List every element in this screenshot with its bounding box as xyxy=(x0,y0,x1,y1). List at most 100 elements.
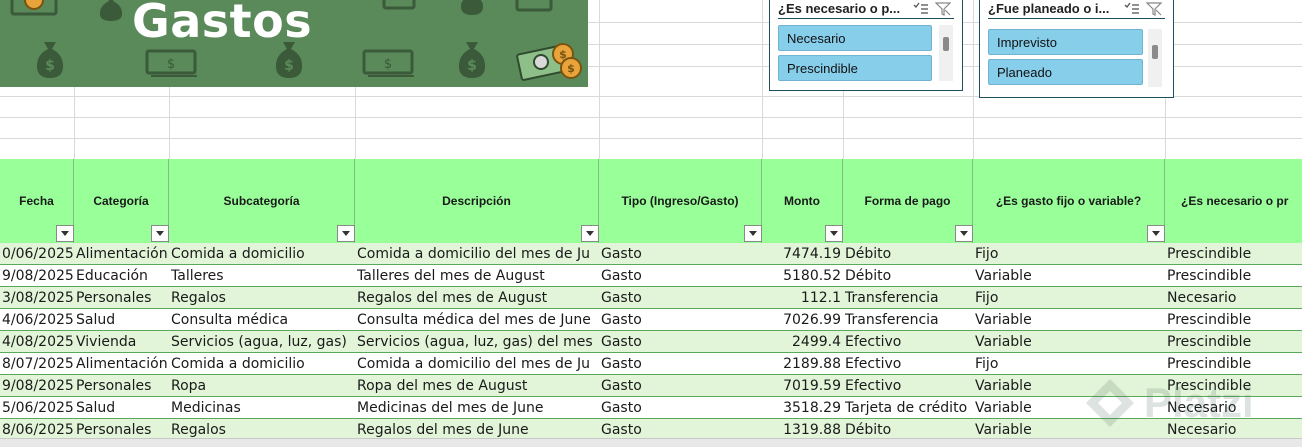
column-header-necesario[interactable]: ¿Es necesario o pr xyxy=(1165,159,1302,243)
cell-forma-pago[interactable]: Transferencia xyxy=(843,309,973,331)
cell-monto[interactable]: 7474.19 xyxy=(762,243,843,265)
filter-dropdown-fecha[interactable] xyxy=(56,225,74,242)
cell-forma-pago[interactable]: Débito xyxy=(843,265,973,287)
cell-subcategoria[interactable]: Comida a domicilio xyxy=(169,243,355,265)
cell-categoria[interactable]: Alimentación xyxy=(74,353,169,375)
cell-fijo-variable[interactable]: Fijo xyxy=(973,243,1165,265)
slicer-scrollbar[interactable] xyxy=(1148,29,1162,87)
cell-fecha[interactable]: 0/06/2025 xyxy=(0,243,74,265)
filter-dropdown-descripcion[interactable] xyxy=(581,225,599,242)
cell-monto[interactable]: 3518.29 xyxy=(762,397,843,419)
cell-fijo-variable[interactable]: Fijo xyxy=(973,287,1165,309)
cell-descripcion[interactable]: Regalos del mes de August xyxy=(355,287,599,309)
cell-fecha[interactable]: 4/08/2025 xyxy=(0,331,74,353)
column-header-subcategoria[interactable]: Subcategoría xyxy=(169,159,355,243)
scrollbar-thumb[interactable] xyxy=(1152,45,1158,59)
cell-tipo[interactable]: Gasto xyxy=(599,309,762,331)
cell-tipo[interactable]: Gasto xyxy=(599,353,762,375)
cell-forma-pago[interactable]: Débito xyxy=(843,243,973,265)
table-row[interactable]: 4/08/2025 Vivienda Servicios (agua, luz, g… xyxy=(0,331,1302,353)
cell-categoria[interactable]: Alimentación xyxy=(74,243,169,265)
cell-monto[interactable]: 5180.52 xyxy=(762,265,843,287)
scrollbar-thumb[interactable] xyxy=(943,37,949,51)
cell-forma-pago[interactable]: Efectivo xyxy=(843,353,973,375)
cell-categoria[interactable]: Vivienda xyxy=(74,331,169,353)
cell-subcategoria[interactable]: Medicinas xyxy=(169,397,355,419)
cell-monto[interactable]: 2499.4 xyxy=(762,331,843,353)
cell-tipo[interactable]: Gasto xyxy=(599,375,762,397)
cell-fecha[interactable]: 9/08/2025 xyxy=(0,375,74,397)
sheet-tabs-bar[interactable] xyxy=(0,438,1302,447)
cell-monto[interactable]: 112.1 xyxy=(762,287,843,309)
column-header-forma-pago[interactable]: Forma de pago xyxy=(843,159,973,243)
cell-descripcion[interactable]: Medicinas del mes de June xyxy=(355,397,599,419)
cell-descripcion[interactable]: Servicios (agua, luz, gas) del mes xyxy=(355,331,599,353)
cell-tipo[interactable]: Gasto xyxy=(599,397,762,419)
cell-fijo-variable[interactable]: Variable xyxy=(973,309,1165,331)
slicer-item-prescindible[interactable]: Prescindible xyxy=(778,55,932,81)
cell-subcategoria[interactable]: Talleres xyxy=(169,265,355,287)
cell-descripcion[interactable]: Ropa del mes de August xyxy=(355,375,599,397)
cell-categoria[interactable]: Personales xyxy=(74,287,169,309)
multi-select-icon[interactable] xyxy=(1121,0,1143,18)
cell-subcategoria[interactable]: Servicios (agua, luz, gas) xyxy=(169,331,355,353)
cell-subcategoria[interactable]: Consulta médica xyxy=(169,309,355,331)
cell-necesario[interactable]: Prescindible xyxy=(1165,309,1302,331)
cell-tipo[interactable]: Gasto xyxy=(599,287,762,309)
cell-necesario[interactable]: Prescindible xyxy=(1165,265,1302,287)
filter-dropdown-forma-pago[interactable] xyxy=(955,225,973,242)
slicer-necesario[interactable]: ¿Es necesario o p... Necesario Prescindi… xyxy=(769,0,963,91)
cell-fecha[interactable]: 8/07/2025 xyxy=(0,353,74,375)
cell-necesario[interactable]: Prescindible xyxy=(1165,331,1302,353)
slicer-item-planeado[interactable]: Planeado xyxy=(988,59,1143,85)
column-header-descripcion[interactable]: Descripción xyxy=(355,159,599,243)
clear-filter-icon[interactable] xyxy=(932,0,954,18)
cell-forma-pago[interactable]: Tarjeta de crédito xyxy=(843,397,973,419)
table-row[interactable]: 3/08/2025 Personales Regalos Regalos del me… xyxy=(0,287,1302,309)
cell-fecha[interactable]: 3/08/2025 xyxy=(0,287,74,309)
cell-fecha[interactable]: 9/08/2025 xyxy=(0,265,74,287)
column-header-tipo[interactable]: Tipo (Ingreso/Gasto) xyxy=(599,159,762,243)
cell-categoria[interactable]: Personales xyxy=(74,375,169,397)
cell-monto[interactable]: 2189.88 xyxy=(762,353,843,375)
cell-categoria[interactable]: Educación xyxy=(74,265,169,287)
cell-subcategoria[interactable]: Comida a domicilio xyxy=(169,353,355,375)
slicer-item-necesario[interactable]: Necesario xyxy=(778,25,932,51)
cell-monto[interactable]: 7019.59 xyxy=(762,375,843,397)
cell-descripcion[interactable]: Consulta médica del mes de June xyxy=(355,309,599,331)
cell-fecha[interactable]: 5/06/2025 xyxy=(0,397,74,419)
cell-descripcion[interactable]: Talleres del mes de August xyxy=(355,265,599,287)
slicer-scrollbar[interactable] xyxy=(939,25,953,81)
cell-fijo-variable[interactable]: Variable xyxy=(973,265,1165,287)
cell-forma-pago[interactable]: Efectivo xyxy=(843,331,973,353)
slicer-item-imprevisto[interactable]: Imprevisto xyxy=(988,29,1143,55)
cell-necesario[interactable]: Prescindible xyxy=(1165,243,1302,265)
cell-fijo-variable[interactable]: Variable xyxy=(973,331,1165,353)
filter-dropdown-tipo[interactable] xyxy=(744,225,762,242)
table-row[interactable]: 4/06/2025 Salud Consulta médica Consulta mé… xyxy=(0,309,1302,331)
column-header-fijo-variable[interactable]: ¿Es gasto fijo o variable? xyxy=(973,159,1165,243)
slicer-planeado[interactable]: ¿Fue planeado o i... Imprevisto Planeado xyxy=(979,0,1174,98)
cell-tipo[interactable]: Gasto xyxy=(599,265,762,287)
table-row[interactable]: 9/08/2025 Educación Talleres Talleres del m… xyxy=(0,265,1302,287)
cell-tipo[interactable]: Gasto xyxy=(599,331,762,353)
cell-necesario[interactable]: Necesario xyxy=(1165,287,1302,309)
filter-dropdown-subcategoria[interactable] xyxy=(337,225,355,242)
multi-select-icon[interactable] xyxy=(910,0,932,18)
cell-monto[interactable]: 7026.99 xyxy=(762,309,843,331)
cell-subcategoria[interactable]: Ropa xyxy=(169,375,355,397)
cell-categoria[interactable]: Salud xyxy=(74,309,169,331)
cell-tipo[interactable]: Gasto xyxy=(599,243,762,265)
cell-descripcion[interactable]: Comida a domicilio del mes de Ju xyxy=(355,243,599,265)
cell-forma-pago[interactable]: Efectivo xyxy=(843,375,973,397)
filter-dropdown-categoria[interactable] xyxy=(151,225,169,242)
cell-categoria[interactable]: Salud xyxy=(74,397,169,419)
cell-subcategoria[interactable]: Regalos xyxy=(169,287,355,309)
cell-forma-pago[interactable]: Transferencia xyxy=(843,287,973,309)
filter-dropdown-fijo-variable[interactable] xyxy=(1147,225,1165,242)
clear-filter-icon[interactable] xyxy=(1143,0,1165,18)
cell-fecha[interactable]: 4/06/2025 xyxy=(0,309,74,331)
table-row[interactable]: 0/06/2025 Alimentación Comida a domicilio C… xyxy=(0,243,1302,265)
cell-descripcion[interactable]: Comida a domicilio del mes de Ju xyxy=(355,353,599,375)
filter-dropdown-monto[interactable] xyxy=(825,225,843,242)
